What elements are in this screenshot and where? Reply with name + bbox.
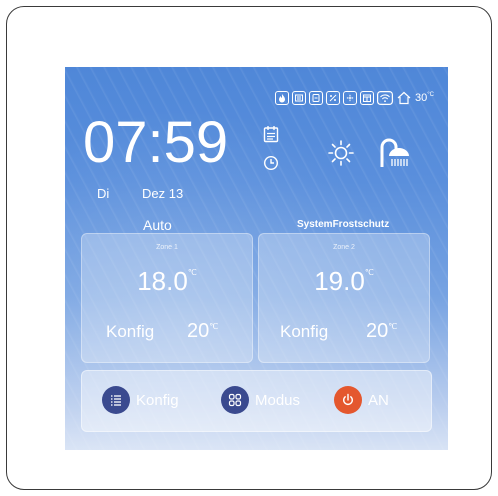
home-icon — [396, 91, 412, 105]
zone-title: Zone 2 — [333, 244, 355, 251]
shower-icon[interactable] — [378, 138, 410, 168]
zone-temp-unit: ℃ — [364, 268, 374, 277]
grid-modes-icon — [221, 386, 249, 414]
weekday: Di — [97, 186, 110, 201]
outdoor-temp-unit: °C — [427, 92, 434, 98]
bottom-action-bar: Konfig Modus AN — [81, 370, 432, 432]
zone-title: Zone 1 — [156, 244, 178, 251]
zone-setpoint-unit: ℃ — [388, 322, 398, 331]
zone-current-temp: 18.0℃ — [82, 266, 252, 297]
status-bar: 30 °C — [275, 91, 434, 106]
zone-konfig-label: Konfig — [106, 322, 155, 341]
zone1-mode-label: Auto — [143, 217, 172, 233]
thermostat-screen: 30 °C 07:59 Di Dez 13 Auto SystemFrostsc… — [65, 67, 448, 450]
zone-setpoint[interactable]: 20℃ — [366, 320, 397, 343]
zone-setpoint-unit: ℃ — [209, 322, 219, 331]
list-menu-icon — [102, 386, 130, 414]
zone-temp-unit: ℃ — [187, 268, 197, 277]
heat-pump-icon — [292, 91, 307, 105]
device-bezel: 30 °C 07:59 Di Dez 13 Auto SystemFrostsc… — [6, 6, 492, 490]
zone-setpoint[interactable]: 20℃ — [187, 320, 218, 343]
power-button[interactable]: AN — [334, 386, 389, 414]
modus-button[interactable]: Modus — [221, 386, 300, 414]
zone-temp-value: 19.0 — [314, 266, 365, 296]
schedule-calendar-icon[interactable] — [263, 125, 279, 143]
zone-2-card[interactable]: Zone 2 19.0℃ Konfig 20℃ — [258, 233, 430, 363]
power-icon — [334, 386, 362, 414]
zone-1-card[interactable]: Zone 1 18.0℃ Konfig 20℃ — [81, 233, 253, 363]
zone-temp-value: 18.0 — [137, 266, 188, 296]
konfig-button[interactable]: Konfig — [102, 386, 179, 414]
modus-button-label: Modus — [255, 391, 301, 409]
defrost-icon — [326, 91, 341, 105]
power-button-label: AN — [368, 391, 389, 409]
tank-icon — [309, 91, 324, 105]
flame-icon — [275, 91, 290, 105]
date: Dez 13 — [142, 186, 184, 201]
zone-setpoint-value: 20 — [366, 320, 389, 342]
zone2-mode-label: SystemFrostschutz — [297, 219, 390, 230]
clock-time: 07:59 — [83, 110, 229, 175]
sun-icon[interactable] — [327, 139, 355, 167]
calendar-grid-icon — [360, 91, 375, 105]
zone-setpoint-value: 20 — [187, 320, 210, 342]
outdoor-temperature: 30 °C — [415, 92, 434, 104]
wifi-icon — [377, 91, 394, 106]
outdoor-temp-value: 30 — [415, 92, 428, 104]
konfig-button-label: Konfig — [136, 391, 179, 409]
zone-konfig-label: Konfig — [280, 322, 329, 341]
zone-current-temp: 19.0℃ — [259, 266, 429, 297]
timer-clock-icon[interactable] — [263, 155, 279, 171]
fan-icon — [343, 91, 358, 105]
